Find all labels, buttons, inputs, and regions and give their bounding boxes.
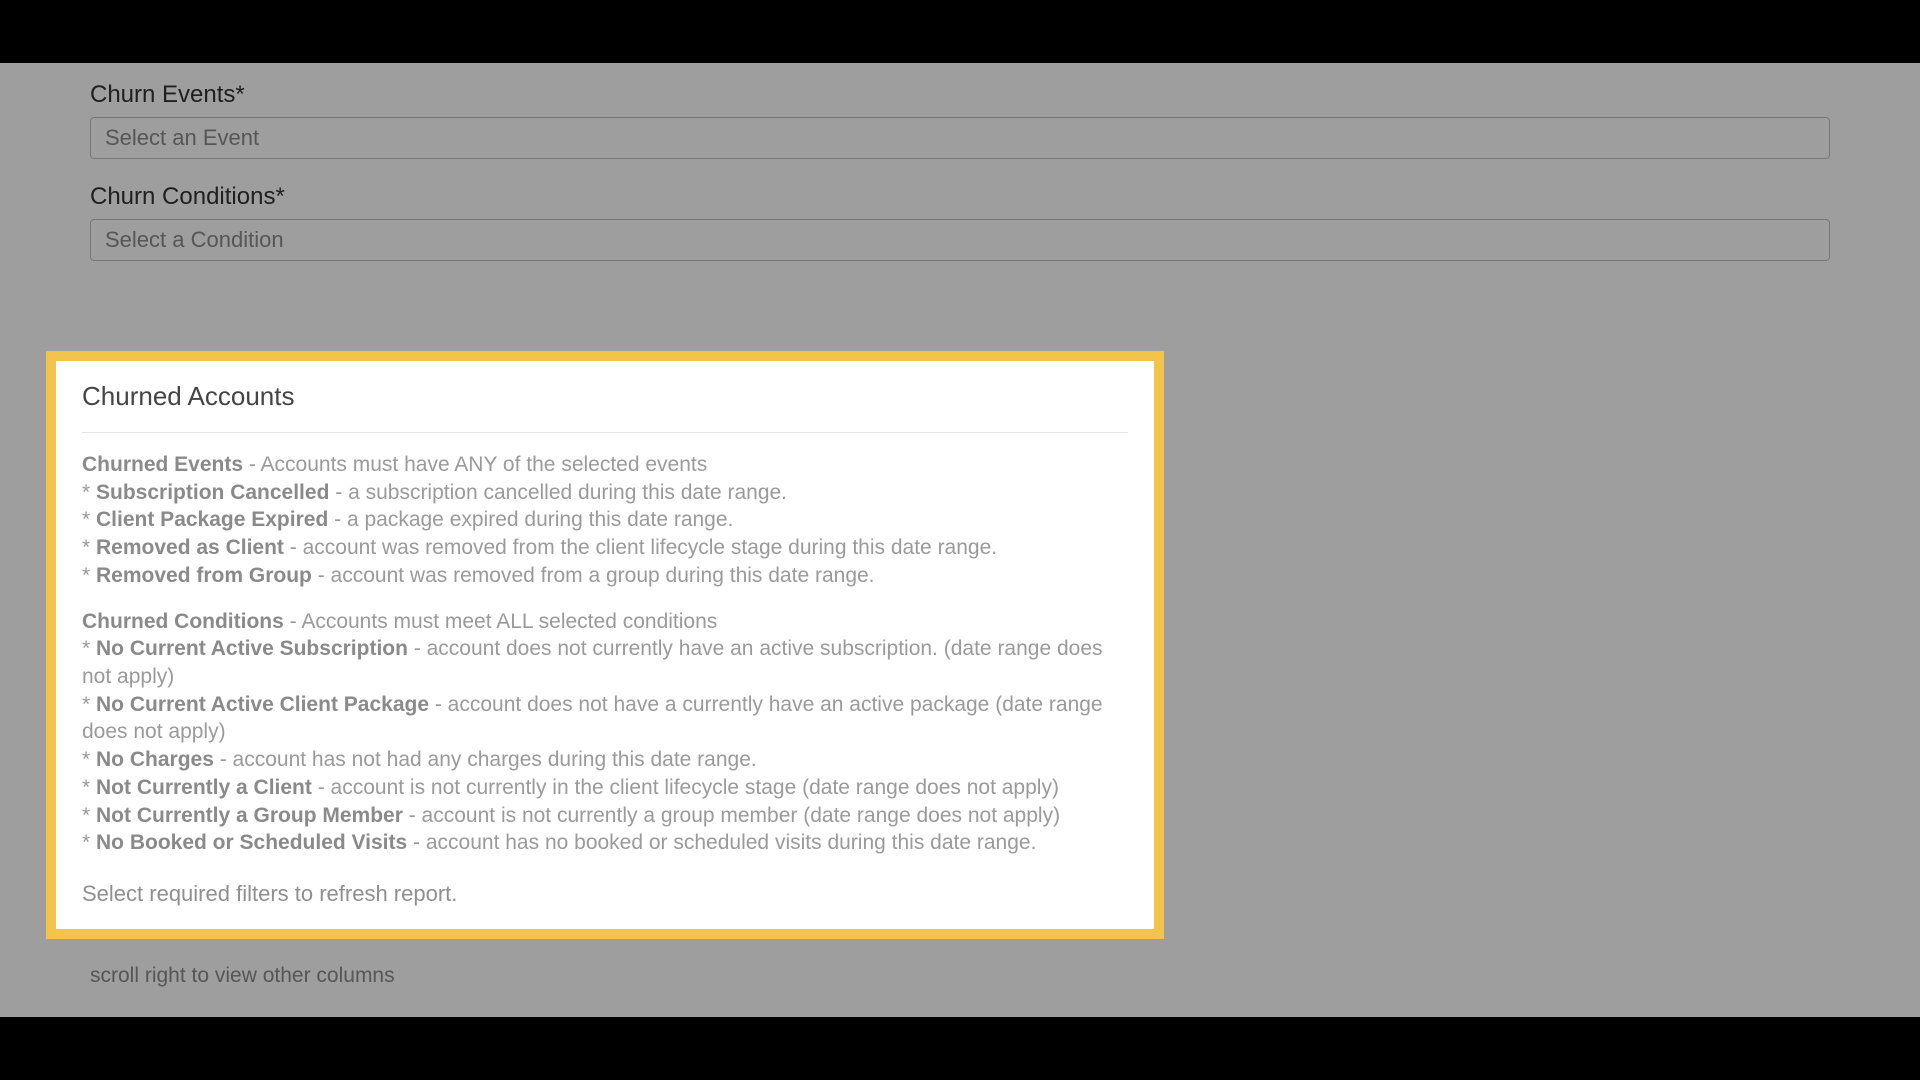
viewport: Churn Events* Select an Event Churn Cond…: [0, 63, 1920, 1017]
letterbox-top: [0, 0, 1920, 63]
condition-item-name: No Booked or Scheduled Visits: [96, 831, 407, 854]
event-item-name: Removed from Group: [96, 564, 312, 587]
panel-footer: Select required filters to refresh repor…: [82, 881, 1128, 907]
churned-accounts-panel: Churned Accounts Churned Events - Accoun…: [46, 351, 1164, 939]
condition-item-desc: - account is not currently in the client…: [312, 776, 1059, 799]
scroll-note: scroll right to view other columns: [90, 964, 1830, 988]
event-item-name: Subscription Cancelled: [96, 481, 329, 504]
condition-item: * No Booked or Scheduled Visits - accoun…: [82, 829, 1128, 857]
conditions-block: Churned Conditions - Accounts must meet …: [82, 608, 1128, 857]
churn-conditions-label: Churn Conditions*: [90, 183, 1830, 211]
condition-item: * Not Currently a Client - account is no…: [82, 774, 1128, 802]
event-item: * Client Package Expired - a package exp…: [82, 506, 1128, 534]
event-item-desc: - a subscription cancelled during this d…: [329, 481, 787, 504]
conditions-heading: Churned Conditions: [82, 610, 284, 633]
letterbox-bottom: [0, 1017, 1920, 1080]
churn-events-placeholder: Select an Event: [105, 125, 259, 151]
condition-item-name: No Current Active Client Package: [96, 693, 429, 716]
event-item-name: Client Package Expired: [96, 508, 328, 531]
condition-item: * Not Currently a Group Member - account…: [82, 802, 1128, 830]
condition-item: * No Charges - account has not had any c…: [82, 746, 1128, 774]
event-item: * Subscription Cancelled - a subscriptio…: [82, 479, 1128, 507]
condition-item-desc: - account has no booked or scheduled vis…: [407, 831, 1036, 854]
conditions-heading-suffix: - Accounts must meet ALL selected condit…: [284, 610, 717, 633]
churn-events-label: Churn Events*: [90, 81, 1830, 109]
event-item-desc: - a package expired during this date ran…: [328, 508, 733, 531]
condition-item-desc: - account has not had any charges during…: [214, 748, 757, 771]
condition-item-desc: - account is not currently a group membe…: [403, 804, 1060, 827]
condition-item: * No Current Active Subscription - accou…: [82, 635, 1128, 690]
condition-item-name: Not Currently a Client: [96, 776, 312, 799]
divider: [82, 432, 1128, 433]
events-heading: Churned Events: [82, 453, 243, 476]
condition-item-name: No Current Active Subscription: [96, 637, 408, 660]
churn-events-select[interactable]: Select an Event: [90, 117, 1830, 159]
condition-item-name: Not Currently a Group Member: [96, 804, 403, 827]
events-block: Churned Events - Accounts must have ANY …: [82, 451, 1128, 590]
churn-conditions-select[interactable]: Select a Condition: [90, 219, 1830, 261]
event-item-name: Removed as Client: [96, 536, 284, 559]
event-item: * Removed from Group - account was remov…: [82, 562, 1128, 590]
churn-conditions-placeholder: Select a Condition: [105, 227, 284, 253]
panel-title: Churned Accounts: [82, 381, 1128, 412]
event-item-desc: - account was removed from the client li…: [284, 536, 997, 559]
condition-item-name: No Charges: [96, 748, 214, 771]
condition-item: * No Current Active Client Package - acc…: [82, 691, 1128, 746]
event-item-desc: - account was removed from a group durin…: [312, 564, 875, 587]
events-heading-suffix: - Accounts must have ANY of the selected…: [243, 453, 707, 476]
event-item: * Removed as Client - account was remove…: [82, 534, 1128, 562]
